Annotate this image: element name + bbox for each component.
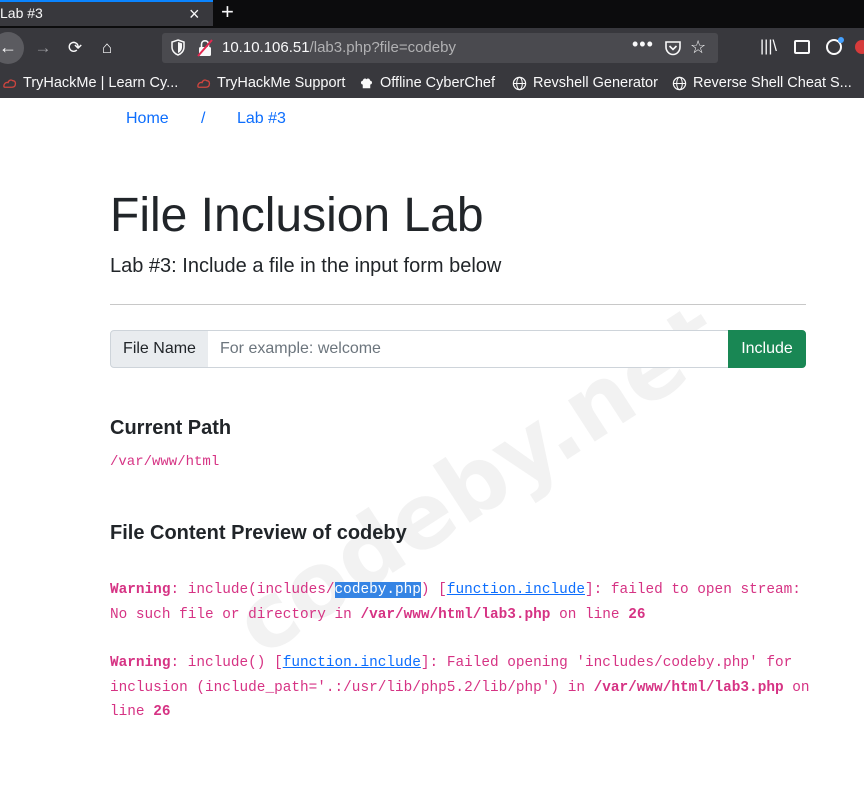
file-name-label: File Name (110, 330, 209, 368)
bookmark-star-icon[interactable]: ☆ (690, 37, 706, 58)
globe-icon (512, 76, 527, 90)
bookmark-label: Offline CyberChef (380, 75, 495, 91)
new-tab-icon[interactable]: + (221, 0, 234, 24)
tab-close-icon[interactable]: × (189, 4, 200, 24)
warning-line-number: 26 (628, 606, 646, 623)
tracking-shield-icon[interactable] (171, 39, 185, 56)
pocket-icon[interactable] (664, 39, 682, 57)
warning-text: on line (550, 606, 629, 623)
home-icon[interactable]: ⌂ (96, 36, 118, 60)
warning-file-path: /var/www/html/lab3.php (593, 679, 784, 696)
tab-bar: Lab #3 × + (0, 0, 864, 28)
include-button[interactable]: Include (728, 330, 806, 368)
divider (110, 304, 806, 305)
php-warning-open-stream: Warning: include(includes/codeby.php) [f… (110, 578, 810, 627)
bookmark-label: Revshell Generator (533, 75, 658, 91)
url-host: 10.10.106.51 (222, 39, 310, 56)
tab-lab3[interactable]: Lab #3 × (0, 0, 213, 26)
file-preview-heading: File Content Preview of codeby (110, 522, 407, 545)
breadcrumb-lab3-link[interactable]: Lab #3 (237, 110, 286, 128)
chef-hat-icon (360, 77, 373, 88)
library-icon[interactable]: |||\ (760, 38, 777, 56)
warning-file-path: /var/www/html/lab3.php (360, 606, 551, 623)
warning-label: Warning (110, 582, 171, 598)
sidebar-icon[interactable] (794, 40, 810, 54)
insecure-lock-icon[interactable] (197, 39, 213, 57)
globe-icon (672, 76, 687, 90)
bookmarks-toolbar: TryHackMe | Learn Cy... TryHackMe Suppor… (0, 68, 864, 98)
reload-icon[interactable]: ⟳ (64, 36, 86, 60)
url-bar[interactable]: 10.10.106.51/lab3.php?file=codeby ••• ☆ (162, 33, 718, 63)
bookmark-label: TryHackMe | Learn Cy... (23, 75, 179, 91)
url-path: /lab3.php?file=codeby (309, 39, 456, 56)
page-lead: Lab #3: Include a file in the input form… (110, 255, 502, 277)
current-path-value: /var/www/html (110, 454, 220, 470)
tryhackme-icon (197, 78, 211, 88)
tryhackme-icon (3, 78, 17, 88)
page-title: File Inclusion Lab (110, 189, 484, 242)
bookmark-label: TryHackMe Support (217, 75, 346, 91)
file-name-input[interactable] (208, 330, 729, 368)
page-content: Home / Lab #3 codeby.net File Inclusion … (0, 98, 864, 800)
forward-arrow-icon[interactable]: → (32, 36, 54, 60)
selected-filename-highlight: codeby.php (334, 582, 421, 598)
bookmark-offline-cyberchef[interactable]: Offline CyberChef (359, 73, 495, 93)
function-include-link[interactable]: function.include (447, 582, 585, 598)
function-include-link[interactable]: function.include (283, 655, 421, 671)
bookmark-label: Reverse Shell Cheat S... (693, 75, 852, 91)
file-preview-heading-prefix: File Content Preview of (110, 522, 337, 544)
bookmark-reverse-shell-cheat-sheet[interactable]: Reverse Shell Cheat S... (672, 73, 852, 93)
breadcrumb-home-link[interactable]: Home (126, 110, 169, 128)
warning-text: ) [ (420, 582, 447, 598)
bookmark-tryhackme[interactable]: TryHackMe | Learn Cy... (2, 73, 178, 93)
tab-title: Lab #3 (0, 5, 43, 21)
bookmark-revshell-generator[interactable]: Revshell Generator (512, 73, 658, 93)
php-warning-failed-opening: Warning: include() [function.include]: F… (110, 651, 810, 725)
current-path-heading: Current Path (110, 417, 232, 439)
page-actions-icon[interactable]: ••• (632, 34, 654, 55)
warning-line-number: 26 (153, 704, 171, 720)
file-include-form: File Name Include (110, 330, 806, 368)
warning-label: Warning (110, 655, 171, 671)
url-text[interactable]: 10.10.106.51/lab3.php?file=codeby (222, 39, 456, 56)
file-preview-filename: codeby (336, 522, 407, 544)
extension-icon[interactable] (855, 40, 864, 54)
account-notification-dot (838, 37, 844, 43)
breadcrumb-separator: / (201, 110, 206, 127)
warning-text: : include() [ (170, 655, 283, 671)
back-arrow-icon[interactable]: ← (0, 32, 24, 64)
bookmark-tryhackme-support[interactable]: TryHackMe Support (196, 73, 345, 93)
warning-text: : include(includes/ (170, 582, 335, 598)
